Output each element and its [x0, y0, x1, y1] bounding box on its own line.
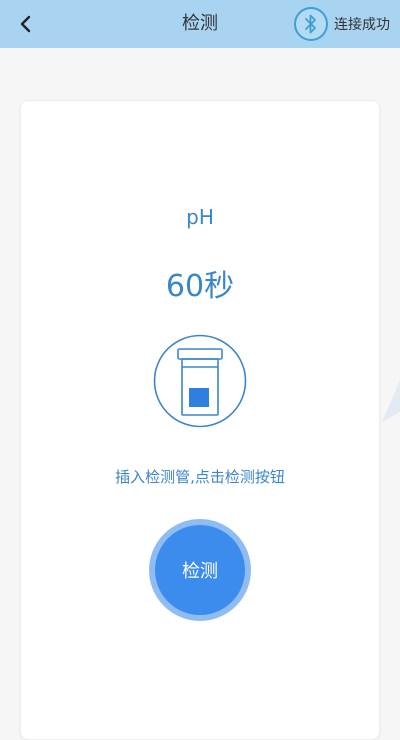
connection-status: 连接成功 [334, 17, 390, 33]
test-tube-icon [153, 334, 247, 428]
bluetooth-icon [305, 14, 316, 34]
bluetooth-button[interactable] [294, 7, 328, 41]
detection-card: pH 60秒 插入检测管,点击检测按钮 检测 [20, 100, 380, 740]
bluetooth-connection[interactable]: 连接成功 [294, 6, 390, 42]
detect-button[interactable]: 检测 [149, 519, 251, 621]
parameter-label: pH [186, 205, 214, 229]
top-bar: 检测 连接成功 [0, 0, 400, 48]
instruction-text: 插入检测管,点击检测按钮 [115, 468, 285, 486]
countdown-timer: 60秒 [165, 269, 235, 304]
